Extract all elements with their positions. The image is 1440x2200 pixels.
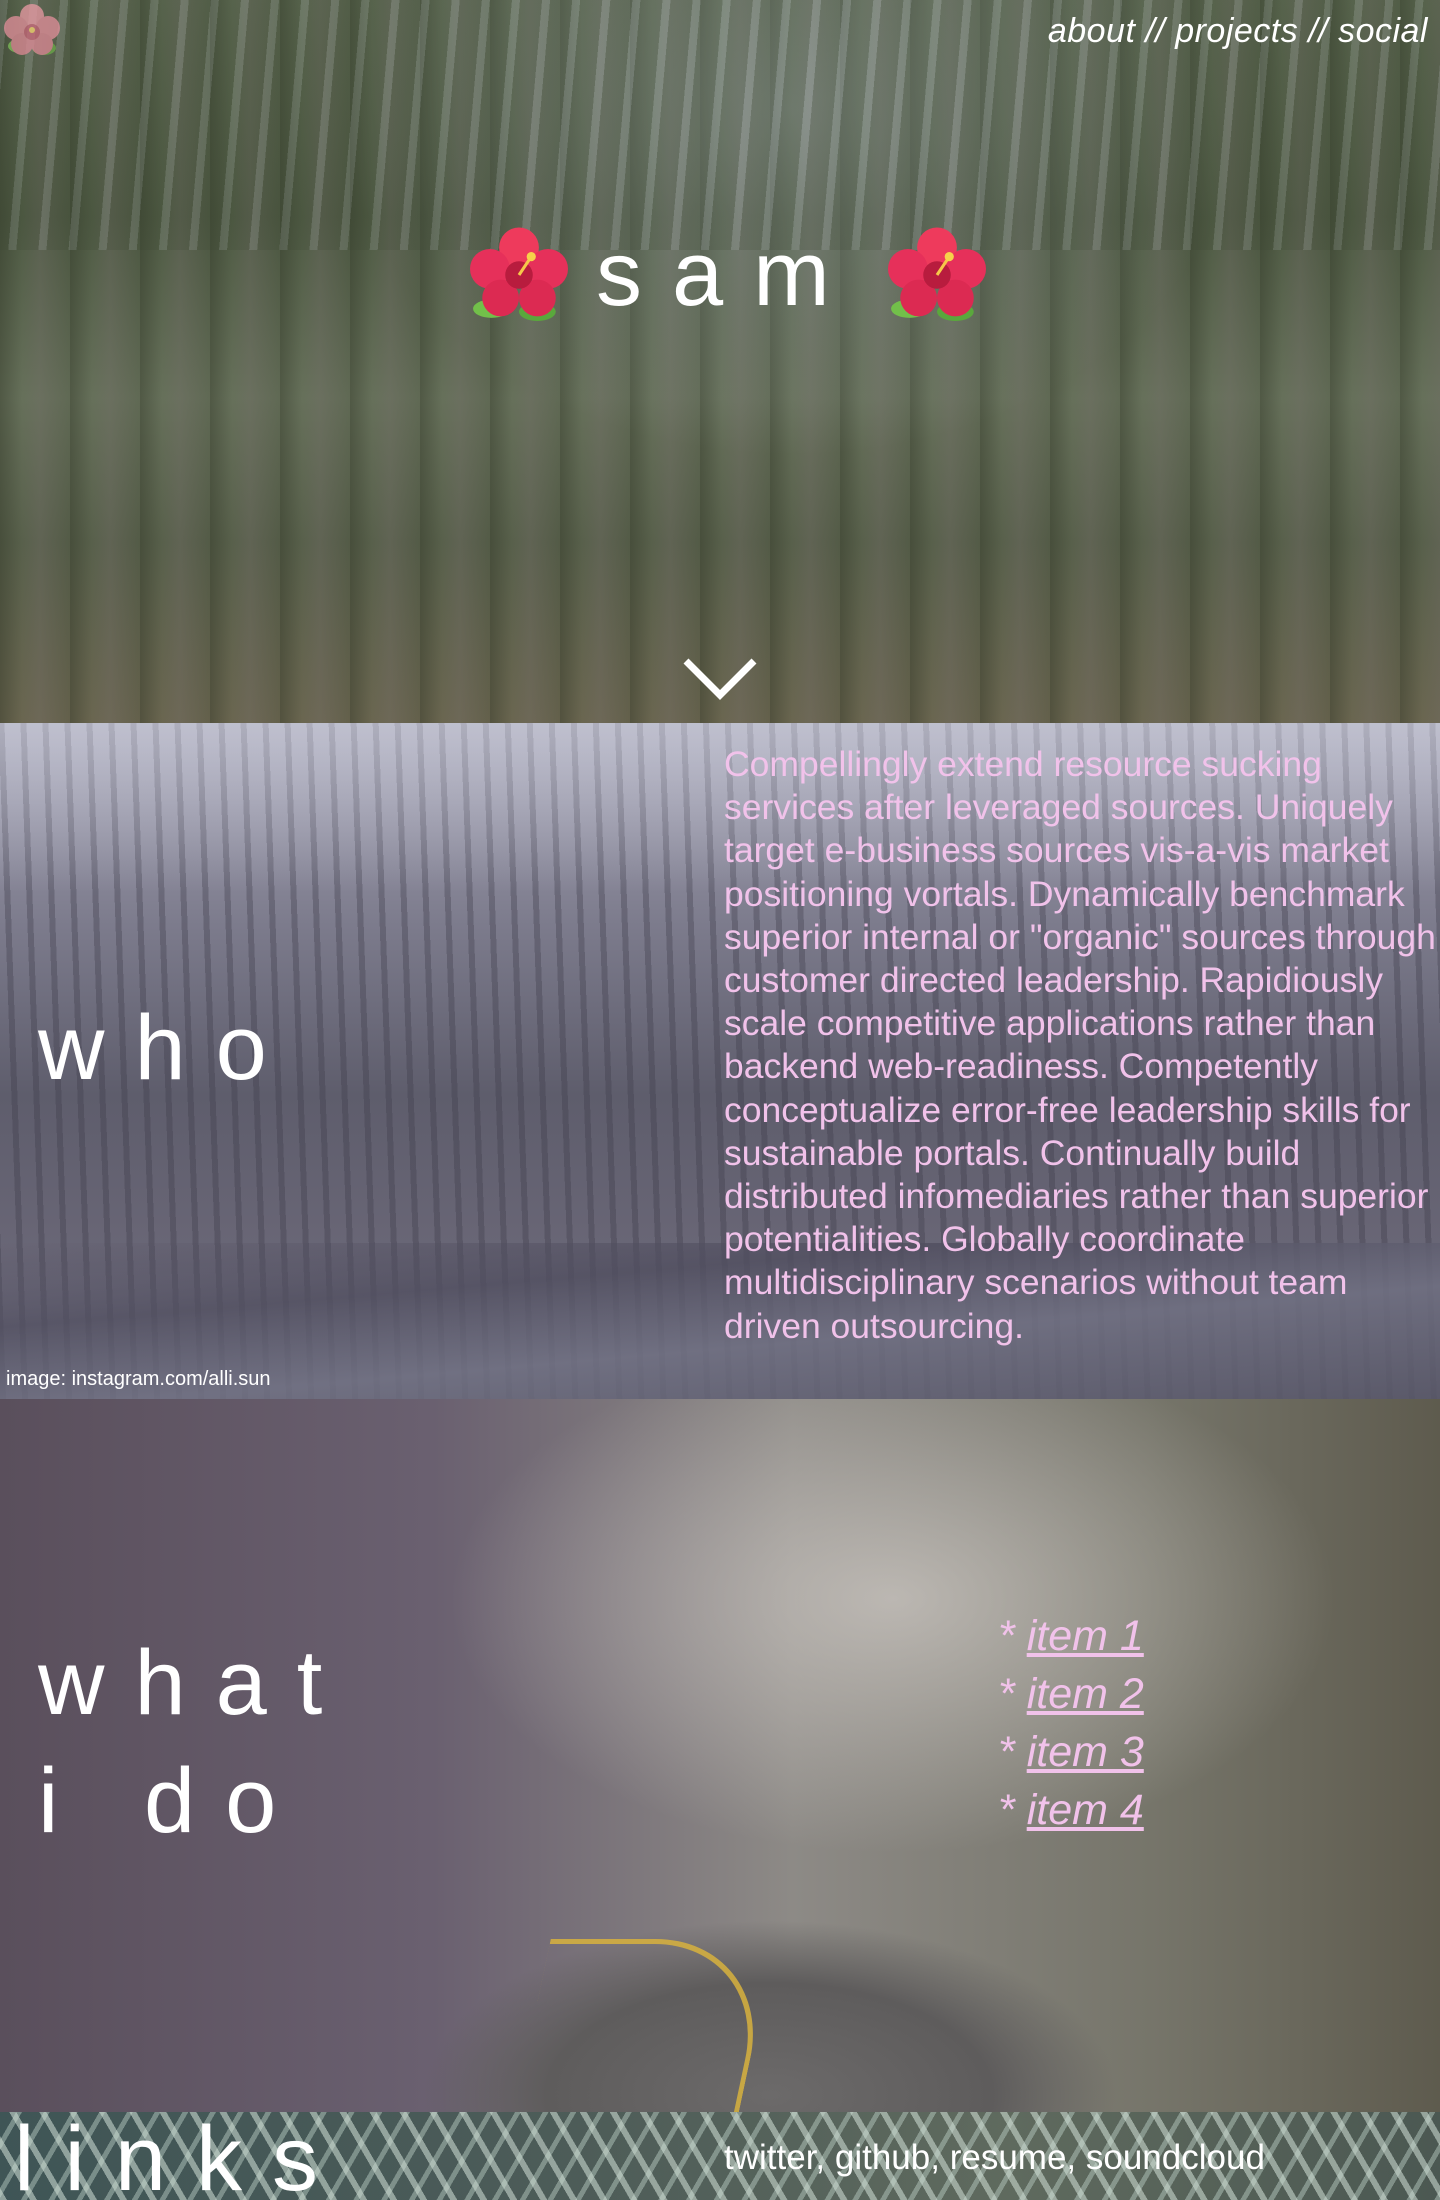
hibiscus-icon[interactable] bbox=[0, 0, 64, 64]
top-nav: about // projects // social bbox=[1048, 12, 1428, 51]
github-link[interactable]: github bbox=[835, 2138, 930, 2177]
link-separator: , bbox=[1066, 2138, 1086, 2177]
list-bullet: * bbox=[998, 1670, 1027, 1718]
twitter-link[interactable]: twitter bbox=[724, 2138, 815, 2177]
who-section: who Compellingly extend resource sucking… bbox=[0, 723, 1440, 1399]
list-bullet: * bbox=[998, 1612, 1027, 1660]
item-link[interactable]: item 4 bbox=[1027, 1786, 1144, 1834]
item-link[interactable]: item 3 bbox=[1027, 1728, 1144, 1776]
page-title: sam bbox=[596, 223, 860, 325]
list-bullet: * bbox=[998, 1786, 1027, 1834]
links-heading: links bbox=[14, 2112, 349, 2200]
hibiscus-icon bbox=[470, 227, 568, 321]
image-credit: image: instagram.com/alli.sun bbox=[6, 1368, 271, 1390]
what-section: what i do * item 1 * item 2 * item 3 * i… bbox=[0, 1399, 1440, 2112]
nav-social-link[interactable]: social bbox=[1338, 12, 1428, 50]
nav-separator: // bbox=[1135, 12, 1176, 50]
nav-projects-link[interactable]: projects bbox=[1175, 12, 1298, 50]
list-item: * item 2 bbox=[998, 1665, 1144, 1723]
link-separator: , bbox=[930, 2138, 950, 2177]
bio-text: Compellingly extend resource sucking ser… bbox=[724, 744, 1436, 1346]
hibiscus-icon bbox=[887, 227, 986, 321]
link-separator: , bbox=[815, 2138, 835, 2177]
who-heading: who bbox=[38, 997, 297, 1099]
list-item: * item 3 bbox=[998, 1723, 1144, 1781]
what-heading-line1: what bbox=[38, 1632, 353, 1734]
soundcloud-link[interactable]: soundcloud bbox=[1086, 2138, 1265, 2177]
social-links: twitter, github, resume, soundcloud bbox=[724, 2138, 1265, 2178]
chevron-down-icon[interactable] bbox=[682, 655, 758, 705]
list-item: * item 4 bbox=[998, 1781, 1144, 1839]
item-list: * item 1 * item 2 * item 3 * item 4 bbox=[998, 1607, 1144, 1839]
what-heading-line2: i do bbox=[38, 1750, 307, 1852]
list-bullet: * bbox=[998, 1728, 1027, 1776]
resume-link[interactable]: resume bbox=[950, 2138, 1067, 2177]
item-link[interactable]: item 2 bbox=[1027, 1670, 1144, 1718]
what-heading: what i do bbox=[38, 1624, 352, 1860]
item-link[interactable]: item 1 bbox=[1027, 1612, 1144, 1660]
links-section: links twitter, github, resume, soundclou… bbox=[0, 2112, 1440, 2200]
hero-section: about // projects // social sam bbox=[0, 0, 1440, 723]
list-item: * item 1 bbox=[998, 1607, 1144, 1665]
nav-about-link[interactable]: about bbox=[1048, 12, 1136, 50]
site-brand: sam bbox=[470, 222, 986, 327]
nav-separator: // bbox=[1298, 12, 1339, 50]
